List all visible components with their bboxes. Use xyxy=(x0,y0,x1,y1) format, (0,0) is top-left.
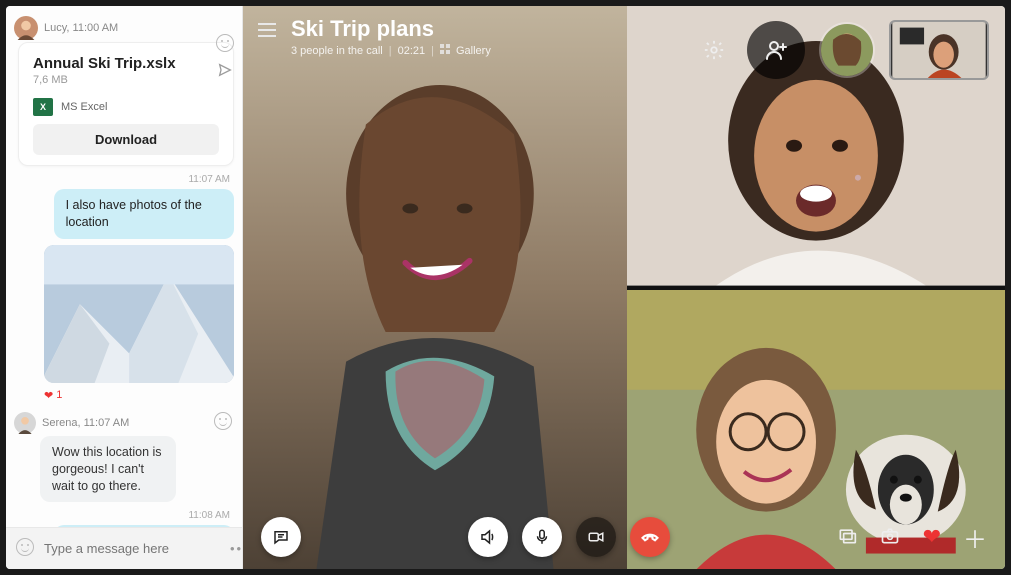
participant-thumb[interactable] xyxy=(819,22,875,78)
chat-panel: Lucy, 11:00 AM Annual Ski Trip.xslx 7,6 … xyxy=(6,6,243,569)
video-button[interactable] xyxy=(576,517,616,557)
reaction-heart[interactable]: ❤ 1 xyxy=(44,389,62,402)
sender-lucy: Lucy, 11:00 AM xyxy=(14,16,234,40)
download-button[interactable]: Download xyxy=(33,124,219,155)
call-duration: 02:21 xyxy=(398,45,426,57)
call-people-count: 3 people in the call xyxy=(291,45,383,57)
add-participant-button[interactable] xyxy=(747,21,805,79)
reaction-count: 1 xyxy=(56,389,62,401)
excel-icon: X xyxy=(33,98,53,116)
call-view: Ski Trip plans 3 people in the call | 02… xyxy=(243,6,1005,569)
timestamp: 11:07 AM xyxy=(14,174,230,185)
menu-icon[interactable] xyxy=(257,22,277,41)
message-out-photos: I also have photos of the location xyxy=(54,189,234,239)
share-screen-icon[interactable] xyxy=(837,526,857,549)
call-title: Ski Trip plans xyxy=(291,16,491,42)
message-in-wow: Wow this location is gorgeous! I can't w… xyxy=(40,436,176,503)
file-title: Annual Ski Trip.xslx xyxy=(33,55,219,72)
chat-toggle-button[interactable] xyxy=(261,517,301,557)
avatar xyxy=(14,16,38,40)
file-attachment-card: Annual Ski Trip.xslx 7,6 MB X MS Excel D… xyxy=(18,42,234,166)
file-app-label: MS Excel xyxy=(61,101,107,113)
photo-attachment[interactable] xyxy=(44,245,234,383)
reaction-heart-button[interactable]: ❤ xyxy=(923,524,941,550)
emoji-picker-icon[interactable] xyxy=(16,538,34,559)
avatar xyxy=(14,412,36,434)
heart-icon: ❤ xyxy=(44,389,53,402)
main-video-tile xyxy=(243,6,627,569)
composer-input[interactable] xyxy=(44,541,220,556)
react-icon[interactable] xyxy=(214,412,232,430)
timestamp: 11:08 AM xyxy=(14,510,230,521)
send-icon[interactable] xyxy=(217,62,233,83)
file-size: 7,6 MB xyxy=(33,74,219,86)
hangup-button[interactable] xyxy=(630,517,670,557)
self-view-pip[interactable] xyxy=(889,20,989,80)
add-icon[interactable]: ＋ xyxy=(963,520,987,555)
react-icon[interactable] xyxy=(216,34,234,52)
call-view-mode[interactable]: Gallery xyxy=(456,45,491,57)
settings-icon[interactable] xyxy=(695,31,733,69)
microphone-button[interactable] xyxy=(522,517,562,557)
sender-serena: Serena, 11:07 AM xyxy=(14,412,234,434)
message-composer: ••• xyxy=(6,527,242,569)
snapshot-icon[interactable] xyxy=(879,526,901,549)
speaker-button[interactable] xyxy=(468,517,508,557)
grid-icon xyxy=(440,44,450,57)
